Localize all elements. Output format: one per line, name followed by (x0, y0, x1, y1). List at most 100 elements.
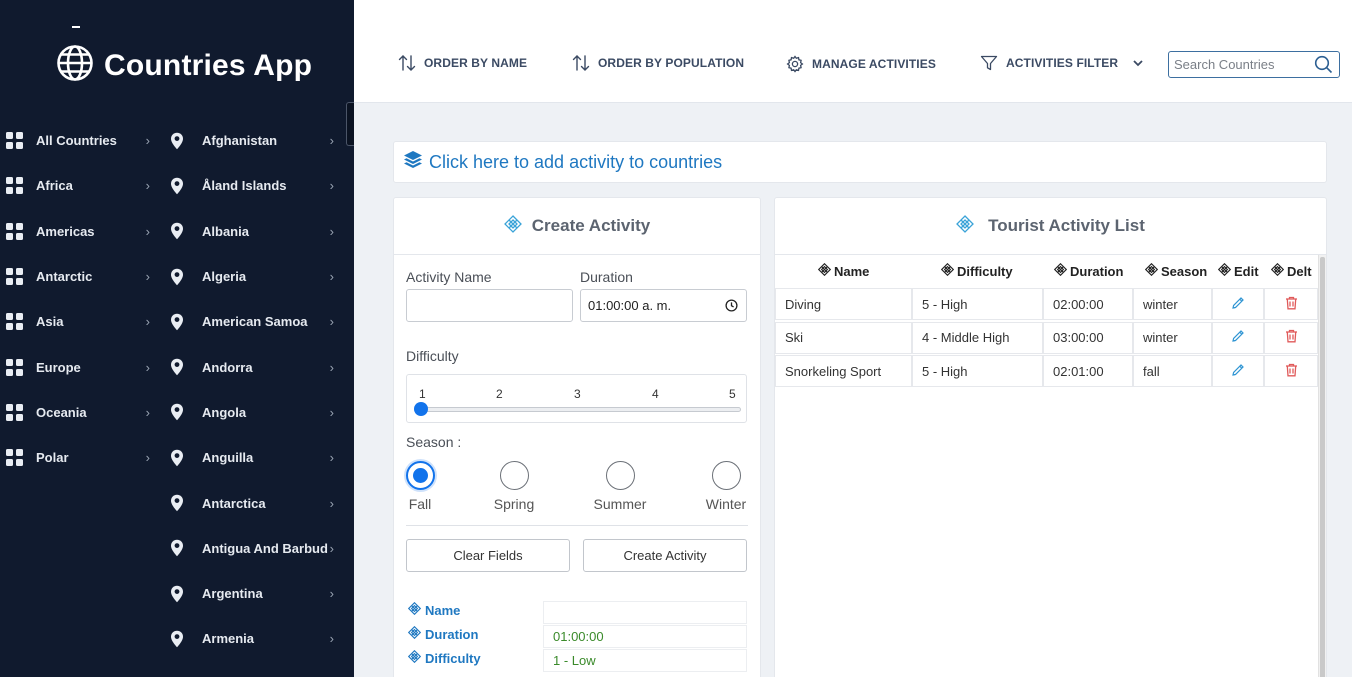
cell-season: winter (1133, 321, 1212, 354)
sidebar-country-item[interactable]: Afghanistan › (168, 118, 344, 163)
clock-icon[interactable] (725, 299, 738, 315)
column-header-delt[interactable]: Delt (1270, 262, 1312, 279)
preview-label-text: Duration (425, 626, 479, 642)
activity-name-input[interactable] (407, 290, 572, 321)
difficulty-slider-track[interactable] (421, 407, 741, 412)
activity-name-label: Activity Name (406, 269, 492, 285)
season-option-label: Spring (493, 496, 535, 512)
grid-icon (6, 358, 23, 376)
sidebar-country-item[interactable]: Argentina › (168, 571, 344, 616)
sidebar-country-item[interactable]: Antigua And Barbud › (168, 526, 344, 571)
sidebar-continent-americas[interactable]: Americas › (0, 209, 160, 254)
map-pin-icon (170, 313, 186, 331)
sidebar-country-item[interactable]: Angola › (168, 390, 344, 435)
sidebar-country-item[interactable]: Albania › (168, 209, 344, 254)
activity-name-field (406, 289, 573, 322)
diamond-icon (407, 625, 422, 642)
delete-button[interactable] (1264, 355, 1318, 387)
sidebar-country-item[interactable]: American Samoa › (168, 299, 344, 344)
radio-button[interactable] (405, 461, 435, 490)
sidebar-continent-oceania[interactable]: Oceania › (0, 390, 160, 435)
column-header-duration[interactable]: Duration (1053, 262, 1123, 279)
add-activity-link[interactable]: Click here to add activity to countries (429, 152, 722, 173)
season-option-summer[interactable]: Summer (590, 461, 650, 512)
column-header-label: Season (1161, 263, 1208, 279)
sidebar-scroll-handle[interactable] (346, 102, 354, 146)
order-by-name-label: ORDER BY NAME (424, 56, 528, 70)
chevron-right-icon: › (329, 178, 334, 194)
column-header-label: Name (834, 263, 870, 279)
season-option-fall[interactable]: Fall (390, 461, 450, 512)
sidebar-country-item[interactable]: Anguilla › (168, 435, 344, 480)
search-box (1168, 51, 1340, 78)
brand[interactable]: Countries App (56, 44, 312, 87)
chevron-right-icon: › (329, 133, 334, 149)
column-header-difficulty[interactable]: Difficulty (940, 262, 1013, 279)
sidebar-item-label: Algeria (202, 269, 247, 285)
column-header-name[interactable]: Name (817, 262, 870, 279)
sidebar-country-item[interactable]: Andorra › (168, 344, 344, 389)
sidebar-continent-polar[interactable]: Polar › (0, 435, 160, 480)
manage-activities-button[interactable]: MANAGE ACTIVITIES (786, 55, 936, 73)
radio-button[interactable] (499, 461, 529, 490)
edit-button[interactable] (1212, 355, 1264, 387)
search-icon[interactable] (1314, 55, 1333, 79)
layers-icon (403, 150, 423, 175)
chevron-down-icon (1132, 59, 1144, 67)
sidebar-item-label: Angola (202, 404, 247, 420)
difficulty-slider-thumb[interactable] (414, 402, 428, 416)
sidebar-country-item[interactable]: Åland Islands › (168, 163, 344, 208)
create-activity-title: Create Activity (531, 216, 651, 235)
app-title: Countries App (104, 48, 313, 82)
season-option-spring[interactable]: Spring (484, 461, 544, 512)
order-by-name-button[interactable]: ORDER BY NAME (398, 55, 527, 71)
sidebar-country-item[interactable]: Antarctica › (168, 480, 344, 525)
create-activity-panel: Create Activity Activity Name Duration 0… (393, 197, 761, 677)
chevron-right-icon: › (329, 540, 334, 556)
clear-fields-button[interactable]: Clear Fields (406, 539, 570, 572)
sidebar-country-item[interactable]: Armenia › (168, 616, 344, 661)
sidebar-continent-europe[interactable]: Europe › (0, 344, 160, 389)
edit-button[interactable] (1212, 321, 1264, 354)
chevron-right-icon: › (329, 404, 334, 420)
chevron-right-icon: › (145, 223, 150, 239)
season-option-label: Winter (705, 496, 747, 512)
sidebar-country-item[interactable]: Algeria › (168, 254, 344, 299)
radio-button[interactable] (605, 461, 635, 490)
chevron-right-icon: › (329, 269, 334, 285)
diamond-icon (1217, 262, 1232, 279)
country-list: Afghanistan › Åland Islands › Albania › Algeri… (168, 118, 344, 662)
grid-icon (6, 222, 23, 240)
sidebar-continent-antarctic[interactable]: Antarctic › (0, 254, 160, 299)
edit-button[interactable] (1212, 288, 1264, 320)
table-scrollbar[interactable] (1318, 255, 1326, 677)
preview-difficulty-label: Difficulty (407, 649, 481, 666)
preview-difficulty-value: 1 - Low (543, 649, 747, 672)
table-row: Diving 5 - High 02:00:00 winter (775, 288, 1320, 321)
delete-button[interactable] (1264, 288, 1318, 320)
radio-button[interactable] (711, 461, 741, 490)
map-pin-icon (170, 403, 186, 421)
sidebar-continent-all-countries[interactable]: All Countries › (0, 118, 160, 163)
duration-value: 01:00:00 a. m. (588, 298, 672, 313)
brand-decoration (72, 26, 80, 28)
difficulty-tick: 1 (419, 387, 426, 401)
column-header-edit[interactable]: Edit (1217, 262, 1259, 279)
map-pin-icon (170, 268, 186, 286)
cell-name: Snorkeling Sport (775, 355, 912, 387)
sidebar-item-label: Americas (36, 223, 95, 239)
delete-button[interactable] (1264, 321, 1318, 354)
add-activity-banner[interactable]: Click here to add activity to countries (393, 141, 1327, 183)
column-header-season[interactable]: Season (1144, 262, 1208, 279)
create-activity-button[interactable]: Create Activity (583, 539, 747, 572)
sidebar-continent-africa[interactable]: Africa › (0, 163, 160, 208)
search-input[interactable] (1169, 52, 1309, 77)
order-by-population-button[interactable]: ORDER BY POPULATION (572, 55, 744, 71)
sidebar-continent-asia[interactable]: Asia › (0, 299, 160, 344)
grid-icon (6, 313, 23, 331)
season-option-winter[interactable]: Winter (696, 461, 756, 512)
activities-filter-dropdown[interactable]: ACTIVITIES FILTER (980, 55, 1144, 71)
chevron-right-icon: › (329, 314, 334, 330)
duration-input[interactable]: 01:00:00 a. m. (580, 289, 747, 322)
trash-icon (1285, 329, 1298, 346)
